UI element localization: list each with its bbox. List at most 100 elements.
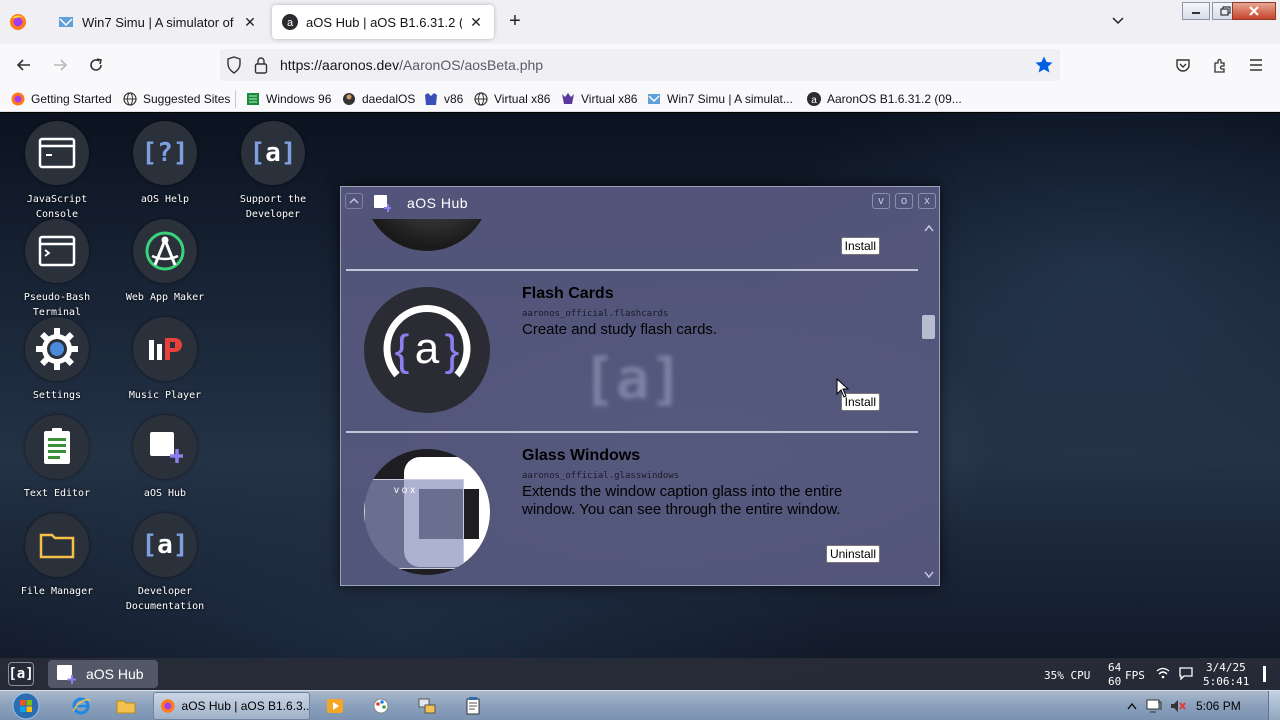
aos-taskbar-item-hub[interactable]: aOS Hub xyxy=(48,660,158,688)
fold-window-button[interactable] xyxy=(345,193,363,209)
desktop-icon-pseudo-bash-terminal[interactable]: Pseudo-Bash Terminal xyxy=(7,219,107,320)
desktop-icon-aos-hub[interactable]: aOS Hub xyxy=(115,415,215,501)
desktop-icon-aos-help[interactable]: [?] aOS Help xyxy=(115,121,215,207)
bookmark-label: Suggested Sites xyxy=(143,92,231,106)
firefox-icon xyxy=(10,91,26,107)
bookmark-star-icon[interactable] xyxy=(1034,55,1054,80)
notepad-icon[interactable] xyxy=(454,693,492,719)
close-window-button[interactable]: x xyxy=(918,193,936,209)
scroll-down-icon[interactable] xyxy=(923,569,934,579)
desktop-icon-web-app-maker[interactable]: Web App Maker xyxy=(115,219,215,305)
aos-start-button[interactable]: [a] xyxy=(8,662,34,686)
app-name: Flash Cards xyxy=(522,285,614,302)
network-icon[interactable] xyxy=(1156,667,1170,682)
hub-scrollbar[interactable] xyxy=(920,219,937,583)
back-button[interactable] xyxy=(11,53,37,77)
windows96-icon xyxy=(245,91,261,107)
url-bar[interactable]: https://aaronos.dev/AaronOS/aosBeta.php xyxy=(220,49,1060,81)
tab-close-icon[interactable]: ✕ xyxy=(242,14,258,31)
console-icon xyxy=(25,121,89,185)
aos-hub-window: aOS Hub v o x Install a{} Flash Cards aa… xyxy=(340,186,940,586)
aos-menu-icon[interactable] xyxy=(1262,666,1268,685)
cpu-meter[interactable]: 35% CPU xyxy=(1044,669,1090,682)
app-listing: Install xyxy=(346,219,918,269)
text-editor-icon xyxy=(25,415,89,479)
paint-app-icon[interactable] xyxy=(362,693,400,719)
aos-logo-icon: [a] xyxy=(133,513,197,577)
bookmark-virtual-x86-1[interactable]: Virtual x86 xyxy=(473,90,550,108)
aos-time[interactable]: 5:06:41 xyxy=(1203,675,1249,688)
window-caption[interactable]: aOS Hub v o x xyxy=(341,187,939,219)
bookmarks-toolbar: Getting Started Suggested Sites Windows … xyxy=(0,86,1280,112)
extensions-icon[interactable] xyxy=(1207,53,1233,77)
new-tab-button[interactable]: + xyxy=(504,10,526,32)
browser-tab-strip: Win7 Simu | A simulator of Win ✕ a aOS H… xyxy=(0,0,1280,44)
url-text: https://aaronos.dev/AaronOS/aosBeta.php xyxy=(280,57,544,73)
bookmark-windows96[interactable]: Windows 96 xyxy=(245,90,331,108)
app-id: aaronos_official.glasswindows xyxy=(522,471,680,481)
windows-clock[interactable]: 5:06 PM xyxy=(1196,699,1241,713)
tab-aos-hub[interactable]: a aOS Hub | aOS B1.6.31.2 (09/16 ✕ xyxy=(272,5,494,39)
forward-button[interactable] xyxy=(47,53,73,77)
folder-icon xyxy=(25,513,89,577)
volume-muted-icon[interactable] xyxy=(1170,699,1186,713)
desktop-icon-label: Pseudo-Bash Terminal xyxy=(23,292,91,318)
chevron-down-icon[interactable] xyxy=(1110,12,1130,32)
shield-icon[interactable] xyxy=(226,56,242,79)
scrollbar-thumb[interactable] xyxy=(922,315,935,339)
bookmark-v86[interactable]: v86 xyxy=(423,90,463,108)
desktop-icon-label: Web App Maker xyxy=(125,292,205,303)
show-desktop-button[interactable] xyxy=(1268,691,1280,720)
minimize-button[interactable] xyxy=(1182,2,1210,20)
desktop-icon-file-manager[interactable]: File Manager xyxy=(7,513,107,599)
minimize-window-button[interactable]: v xyxy=(872,193,890,209)
reload-button[interactable] xyxy=(83,53,109,77)
desktop-icon-javascript-console[interactable]: JavaScript Console xyxy=(7,121,107,222)
pocket-icon[interactable] xyxy=(1170,53,1196,77)
notifications-icon[interactable] xyxy=(1179,667,1193,683)
hub-icon xyxy=(57,665,76,684)
desktop-icon-settings[interactable]: Settings xyxy=(7,317,107,403)
windows-task-firefox[interactable]: aOS Hub | aOS B1.6.3... xyxy=(153,692,310,720)
scroll-up-icon[interactable] xyxy=(923,223,934,233)
explorer-folder-icon[interactable] xyxy=(107,693,145,719)
windows-start-orb-icon[interactable] xyxy=(10,691,42,720)
desktop-icon-developer-documentation[interactable]: [a] Developer Documentation xyxy=(115,513,215,614)
tray-expand-icon[interactable] xyxy=(1124,699,1140,713)
close-window-button[interactable] xyxy=(1232,2,1276,20)
desktop-icon-label: Developer Documentation xyxy=(125,586,205,612)
hub-app-list[interactable]: Install a{} Flash Cards aaronos_official… xyxy=(346,219,918,583)
tab-title: aOS Hub | aOS B1.6.31.2 (09/16 xyxy=(306,14,462,30)
desktop-icon-music-player[interactable]: Music Player xyxy=(115,317,215,403)
action-center-icon[interactable] xyxy=(1146,699,1162,713)
windows-task-label: aOS Hub | aOS B1.6.3... xyxy=(181,699,309,713)
app-description: Create and study flash cards. xyxy=(522,321,718,338)
bookmark-suggested-sites[interactable]: Suggested Sites xyxy=(122,90,230,108)
desktop-icon-support-the-developer[interactable]: [a] Support the Developer xyxy=(223,121,323,222)
internet-explorer-icon[interactable] xyxy=(62,693,100,719)
bookmark-getting-started[interactable]: Getting Started xyxy=(10,90,112,108)
media-player-icon[interactable] xyxy=(316,693,354,719)
install-button[interactable]: Install xyxy=(840,237,880,255)
network-share-icon[interactable] xyxy=(408,693,446,719)
uninstall-button[interactable]: Uninstall xyxy=(825,545,880,563)
bookmark-win7-simu[interactable]: Win7 Simu | A simulat... xyxy=(646,90,793,108)
fps-value-top: 64 xyxy=(1108,661,1122,674)
bookmark-virtual-x86-2[interactable]: Virtual x86 xyxy=(560,90,637,108)
aos-watermark-icon: [a] xyxy=(582,347,684,412)
tab-win7-simu[interactable]: Win7 Simu | A simulator of Win ✕ xyxy=(48,5,268,39)
bookmark-aaronos[interactable]: a AaronOS B1.6.31.2 (09... xyxy=(806,90,962,108)
bookmark-daedalos[interactable]: daedalOS xyxy=(341,90,415,108)
aaronos-icon: a xyxy=(806,91,822,107)
bookmark-label: Getting Started xyxy=(31,92,112,106)
maximize-window-button[interactable]: o xyxy=(895,193,913,209)
flashcards-app-icon: a{} xyxy=(364,287,490,413)
aaronos-icon: a xyxy=(282,14,298,30)
hamburger-menu-icon[interactable] xyxy=(1243,53,1269,77)
lock-icon[interactable] xyxy=(254,56,268,79)
svg-text:}: } xyxy=(445,326,460,375)
desktop-icon-text-editor[interactable]: Text Editor xyxy=(7,415,107,501)
firefox-menu-icon[interactable] xyxy=(8,12,28,32)
tab-close-icon[interactable]: ✕ xyxy=(468,14,484,31)
aos-date[interactable]: 3/4/25 xyxy=(1206,661,1246,674)
